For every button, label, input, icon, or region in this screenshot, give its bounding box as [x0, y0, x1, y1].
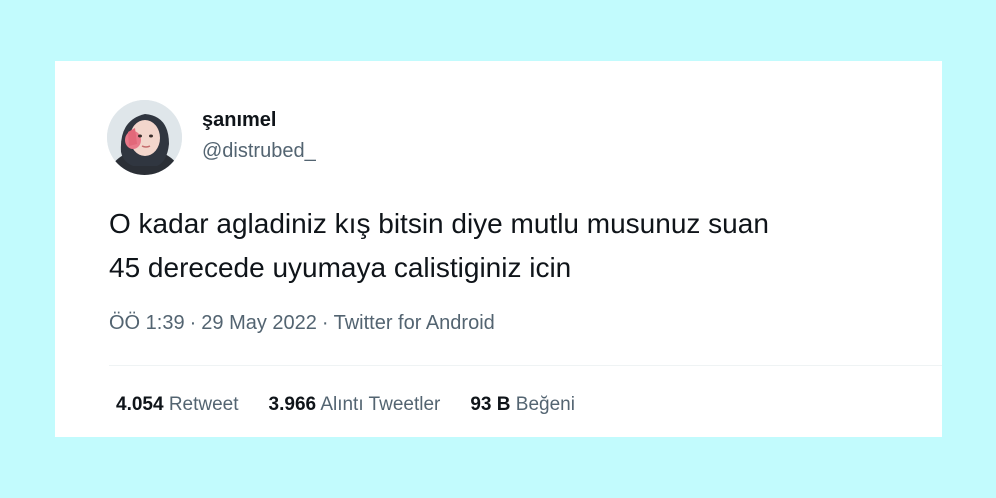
tweet-text: O kadar agladiniz kış bitsin diye mutlu …	[109, 202, 929, 290]
likes-count: 93 B	[470, 394, 511, 415]
author-display-name[interactable]: şanımel	[202, 109, 276, 132]
meta-separator: ·	[189, 312, 197, 334]
quote-tweets-label: Alıntı Tweetler	[320, 394, 441, 415]
meta-separator: ·	[321, 312, 329, 334]
tweet-text-line: 45 derecede uyumaya calistiginiz icin	[109, 252, 572, 283]
author-handle[interactable]: @distrubed_	[202, 140, 316, 163]
tweet-text-line: O kadar agladiniz kış bitsin diye mutlu …	[109, 208, 769, 239]
avatar[interactable]	[107, 100, 182, 175]
retweet-label: Retweet	[168, 394, 239, 415]
tweet-meta: ÖÖ 1:39 · 29 May 2022 · Twitter for Android	[109, 312, 495, 335]
retweet-stat[interactable]: 4.054 Retweet	[116, 394, 239, 416]
profile-photo-icon	[107, 100, 182, 175]
retweet-count: 4.054	[116, 394, 164, 415]
quote-tweets-stat[interactable]: 3.966 Alıntı Tweetler	[269, 394, 441, 416]
likes-stat[interactable]: 93 B Beğeni	[470, 394, 575, 416]
divider	[109, 365, 942, 366]
tweet-time[interactable]: ÖÖ 1:39	[109, 312, 185, 334]
tweet-stats: 4.054 Retweet 3.966 Alıntı Tweetler 93 B…	[116, 394, 575, 416]
tweet-card: şanımel @distrubed_ O kadar agladiniz kı…	[55, 61, 942, 437]
quote-tweets-count: 3.966	[268, 394, 317, 415]
tweet-date[interactable]: 29 May 2022	[201, 312, 317, 334]
likes-label: Beğeni	[515, 394, 575, 415]
tweet-source[interactable]: Twitter for Android	[334, 312, 495, 334]
